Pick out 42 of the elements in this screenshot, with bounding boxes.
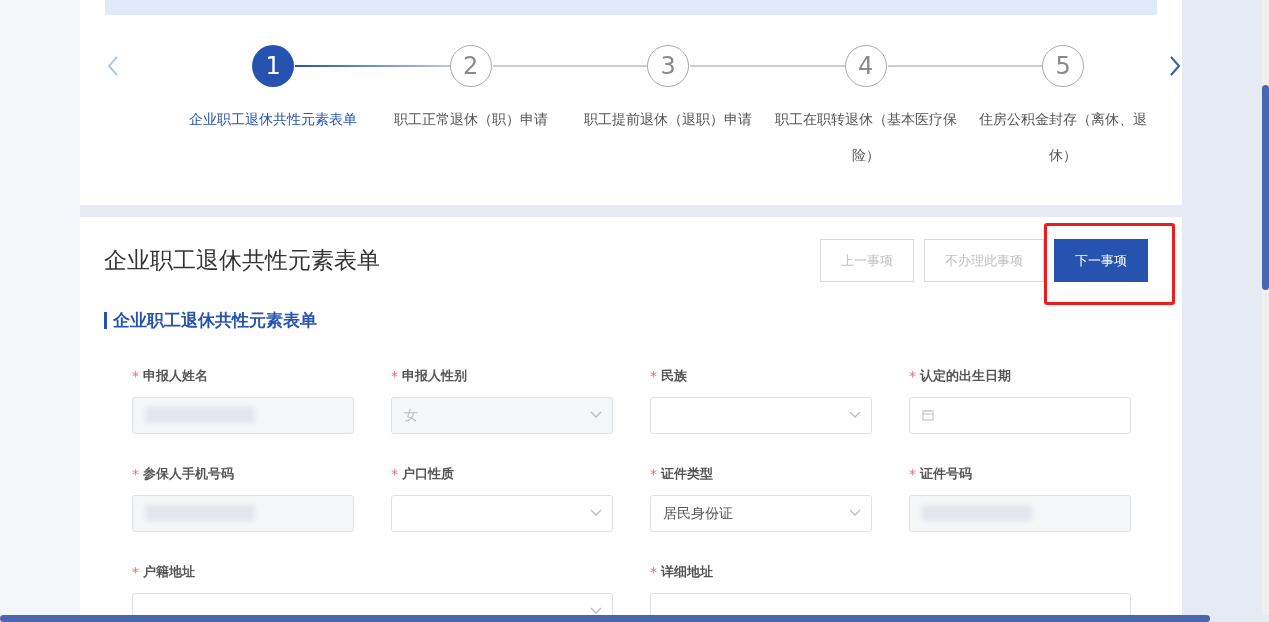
horizontal-scrollbar[interactable] bbox=[0, 615, 1210, 622]
select-field[interactable] bbox=[650, 396, 872, 434]
section-title: 企业职工退休共性元素表单 bbox=[113, 309, 317, 332]
required-mark: * bbox=[391, 366, 398, 386]
required-mark: * bbox=[132, 562, 139, 582]
field-label: 详细地址 bbox=[661, 563, 713, 582]
field-label: 民族 bbox=[661, 367, 687, 386]
required-mark: * bbox=[650, 464, 657, 484]
next-button[interactable]: 下一事项 bbox=[1054, 239, 1148, 282]
field-label: 认定的出生日期 bbox=[920, 367, 1011, 386]
field-label: 证件号码 bbox=[920, 465, 972, 484]
calendar-icon bbox=[922, 409, 934, 421]
required-mark: * bbox=[132, 366, 139, 386]
step-label[interactable]: 企业职工退休共性元素表单 bbox=[180, 101, 367, 137]
required-mark: * bbox=[391, 464, 398, 484]
step-label[interactable]: 住房公积金封存（离休、退休） bbox=[970, 101, 1157, 173]
required-mark: * bbox=[909, 464, 916, 484]
dropdown-caret-icon bbox=[590, 607, 602, 615]
field-label: 参保人手机号码 bbox=[143, 465, 234, 484]
form-title: 企业职工退休共性元素表单 bbox=[104, 246, 380, 276]
dropdown-caret-icon bbox=[590, 509, 602, 517]
field-value: 居民身份证 bbox=[663, 503, 733, 523]
dropdown-caret-icon bbox=[849, 509, 861, 517]
field-value: 女 bbox=[404, 405, 418, 425]
step-label[interactable]: 职工正常退休（职）申请 bbox=[377, 101, 564, 137]
field-label: 户籍地址 bbox=[143, 563, 195, 582]
dropdown-caret-icon bbox=[590, 411, 602, 419]
vertical-scrollbar[interactable] bbox=[1262, 85, 1269, 290]
field-label: 户口性质 bbox=[402, 465, 454, 484]
select-field[interactable]: 居民身份证 bbox=[650, 494, 872, 532]
step-label[interactable]: 职工提前退休（退职）申请 bbox=[575, 101, 762, 137]
required-mark: * bbox=[650, 366, 657, 386]
required-mark: * bbox=[650, 562, 657, 582]
dropdown-caret-icon bbox=[849, 411, 861, 419]
field-label: 申报人姓名 bbox=[143, 367, 208, 386]
step-label[interactable]: 职工在职转退休（基本医疗保险） bbox=[772, 101, 959, 173]
field-label: 证件类型 bbox=[661, 465, 713, 484]
date-field[interactable] bbox=[909, 396, 1131, 434]
required-mark: * bbox=[909, 366, 916, 386]
field-label: 申报人性别 bbox=[402, 367, 467, 386]
select-field[interactable] bbox=[391, 494, 613, 532]
required-mark: * bbox=[132, 464, 139, 484]
